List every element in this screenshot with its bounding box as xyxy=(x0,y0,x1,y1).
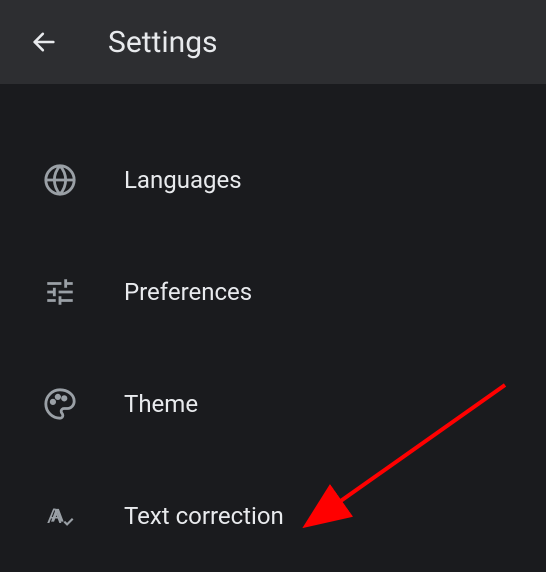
back-button[interactable] xyxy=(20,18,68,66)
header-bar: Settings xyxy=(0,0,546,84)
settings-list: Languages Preferences Theme A xyxy=(0,84,546,572)
text-check-icon: A xyxy=(40,496,80,536)
sliders-icon xyxy=(40,272,80,312)
settings-item-text-correction[interactable]: A Text correction xyxy=(0,460,546,572)
settings-item-label: Theme xyxy=(124,390,198,418)
globe-icon xyxy=(40,160,80,200)
settings-item-languages[interactable]: Languages xyxy=(0,124,546,236)
page-title: Settings xyxy=(108,25,218,60)
back-arrow-icon xyxy=(30,28,58,56)
palette-icon xyxy=(40,384,80,424)
settings-item-label: Preferences xyxy=(124,278,252,306)
settings-item-theme[interactable]: Theme xyxy=(0,348,546,460)
settings-item-label: Languages xyxy=(124,166,242,194)
settings-item-label: Text correction xyxy=(124,502,284,530)
svg-text:A: A xyxy=(47,504,62,528)
settings-item-preferences[interactable]: Preferences xyxy=(0,236,546,348)
